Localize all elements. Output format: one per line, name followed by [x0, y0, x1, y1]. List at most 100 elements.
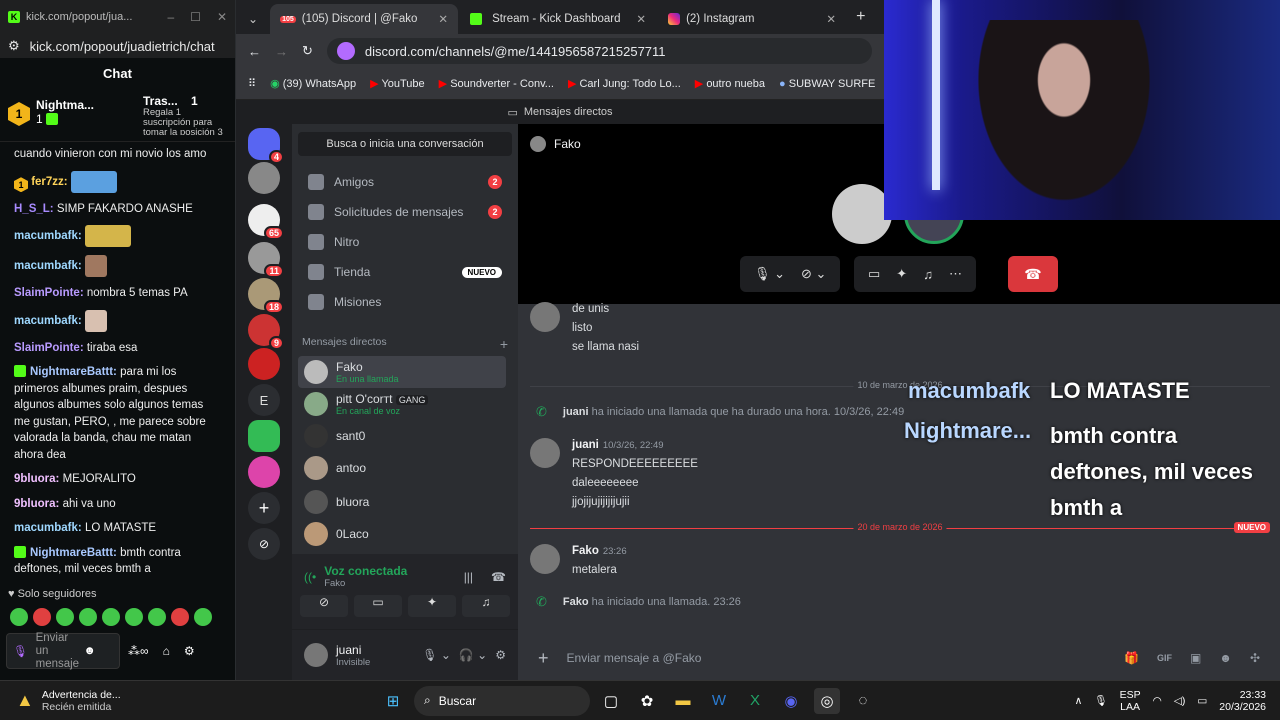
chat-settings-icon[interactable]: ⚙ — [184, 644, 195, 658]
emote-button[interactable] — [56, 608, 74, 626]
message-input[interactable]: Enviar mensaje a @Fako — [567, 651, 1106, 665]
nav-quests[interactable]: Misiones — [302, 288, 508, 316]
clock[interactable]: 23:33 20/3/2026 — [1219, 689, 1266, 713]
voice-channel[interactable]: Fako — [324, 578, 407, 589]
activities-button[interactable]: ✦ — [408, 595, 456, 617]
voice-status[interactable]: Voz conectada — [324, 564, 407, 578]
sticker-icon[interactable]: ▣ — [1190, 651, 1201, 665]
close-tab-icon[interactable]: ✕ — [438, 12, 448, 26]
camera-off-button[interactable]: ⊘ — [300, 595, 348, 617]
discover-button[interactable]: ⊘ — [248, 528, 280, 560]
gift-icon[interactable]: 🎁 — [1124, 651, 1139, 665]
emote-button[interactable] — [33, 608, 51, 626]
noise-suppression-icon[interactable]: ||| — [464, 570, 473, 584]
chat-input[interactable]: 🎙 Enviar un mensaje ☻ — [6, 632, 120, 670]
server-icon[interactable] — [248, 162, 280, 194]
tab-discord[interactable]: 105 (105) Discord | @Fako ✕ — [270, 4, 459, 34]
dm-item-fako[interactable]: Fako En una llamada — [298, 356, 506, 388]
mic-toggle-icon[interactable]: 🎙 ⌄ — [754, 266, 785, 282]
volume-icon[interactable]: ◁) — [1174, 695, 1186, 707]
nav-message-requests[interactable]: Solicitudes de mensajes 2 — [302, 198, 508, 226]
language-indicator[interactable]: ESP LAA — [1120, 689, 1141, 713]
excel-icon[interactable]: X — [742, 688, 768, 714]
server-icon[interactable]: 11 — [248, 242, 284, 278]
forward-icon[interactable]: → — [275, 44, 288, 59]
screen-share-button[interactable]: ▭ — [354, 595, 402, 617]
camera-toggle-icon[interactable]: ⊘ ⌄ — [801, 266, 826, 282]
back-icon[interactable]: ← — [248, 44, 261, 59]
bookmark-outro[interactable]: ▶ outro nueba — [695, 77, 765, 90]
new-tab-button[interactable]: + — [848, 8, 873, 34]
create-dm-icon[interactable]: + — [500, 336, 508, 352]
apps-icon[interactable]: ✣ — [1250, 651, 1260, 665]
tab-instagram[interactable]: (2) Instagram ✕ — [658, 4, 846, 34]
file-explorer-icon[interactable]: ▬ — [670, 688, 696, 714]
home-button[interactable]: 4 — [248, 128, 284, 164]
soundboard-button[interactable]: ♫ — [462, 595, 510, 617]
bookmark-carl-jung[interactable]: ▶ Carl Jung: Todo Lo... — [568, 77, 681, 90]
close-tab-icon[interactable]: ✕ — [826, 12, 836, 26]
emote-button[interactable] — [125, 608, 143, 626]
dm-item-pitt[interactable]: pitt O'corтt GANG En canal de voz — [298, 388, 506, 420]
nav-nitro[interactable]: Nitro — [302, 228, 508, 256]
task-view-icon[interactable]: ▢ — [598, 688, 624, 714]
bookmark-youtube[interactable]: ▶ YouTube — [370, 77, 425, 90]
disconnect-icon[interactable]: ☎ — [491, 570, 506, 584]
notification-widget[interactable]: ▲ Advertencia de... Recién emitida — [0, 689, 380, 713]
close-tab-icon[interactable]: ✕ — [636, 12, 646, 26]
reload-icon[interactable]: ↻ — [302, 43, 313, 59]
dm-item-antoo[interactable]: antoo — [298, 452, 506, 484]
discord-taskbar-icon[interactable]: ◉ — [778, 688, 804, 714]
gif-icon[interactable]: GIF — [1157, 653, 1172, 663]
emote-button[interactable] — [148, 608, 166, 626]
server-icon[interactable]: 9 — [248, 314, 284, 350]
tray-overflow-icon[interactable]: ∧ — [1075, 695, 1083, 707]
mic-icon[interactable]: 🎙 ⌄ — [422, 648, 451, 662]
store-icon[interactable]: ⌂ — [163, 644, 170, 658]
battery-icon[interactable]: ▭ — [1197, 695, 1207, 707]
server-letter[interactable]: E — [248, 384, 280, 416]
screen-share-icon[interactable]: ▭ — [868, 266, 880, 282]
site-info-icon[interactable] — [336, 42, 355, 60]
wifi-icon[interactable]: ◠ — [1153, 695, 1162, 707]
soundboard-icon[interactable]: ♫ — [923, 267, 933, 282]
attach-icon[interactable]: + — [538, 648, 549, 669]
dm-item-sant0[interactable]: sant0 — [298, 420, 506, 452]
obs-icon[interactable]: ◌ — [850, 688, 876, 714]
emote-button[interactable] — [10, 608, 28, 626]
server-icon[interactable]: 18 — [248, 278, 284, 314]
emote-button[interactable] — [194, 608, 212, 626]
minimize-icon[interactable]: – — [167, 10, 174, 24]
hang-up-button[interactable]: ☎ — [1008, 256, 1058, 292]
tab-kick-dashboard[interactable]: Stream - Kick Dashboard ✕ — [460, 4, 656, 34]
kick-address-bar[interactable]: ⚙ kick.com/popout/juadietrich/chat — [0, 34, 235, 58]
chrome-icon[interactable]: ◎ — [814, 687, 840, 714]
emoji-icon[interactable]: ☻ — [1219, 651, 1232, 665]
word-icon[interactable]: W — [706, 688, 732, 714]
apps-icon[interactable]: ⠿ — [248, 77, 256, 90]
kicks-icon[interactable]: ⁂∞ — [128, 644, 149, 658]
nav-friends[interactable]: Amigos 2 — [302, 168, 508, 196]
headphones-icon[interactable]: 🎧 ⌄ — [459, 648, 487, 662]
taskbar-search[interactable]: ⌕ Buscar — [414, 685, 590, 716]
site-settings-icon[interactable]: ⚙ — [8, 38, 20, 54]
maximize-icon[interactable]: ☐ — [190, 10, 201, 24]
server-icon[interactable]: 65 — [248, 204, 284, 240]
add-server-button[interactable]: + — [248, 492, 280, 524]
bookmark-subway[interactable]: ● SUBWAY SURFE — [779, 78, 875, 90]
gift-prompt[interactable]: Regala 1 suscripción para tomar la posic… — [143, 108, 227, 135]
emote-bar[interactable] — [0, 608, 222, 626]
user-avatar[interactable] — [304, 643, 328, 667]
server-icon[interactable] — [248, 456, 280, 488]
copilot-icon[interactable]: ✿ — [634, 688, 660, 714]
mic-icon[interactable]: 🎙 — [13, 644, 28, 658]
bookmark-whatsapp[interactable]: ◉ (39) WhatsApp — [270, 77, 356, 90]
emote-button[interactable] — [171, 608, 189, 626]
nav-shop[interactable]: Tienda NUEVO — [302, 258, 508, 286]
emote-button[interactable] — [79, 608, 97, 626]
dm-item-0laco[interactable]: 0Laco — [298, 518, 506, 550]
dm-item-bluora[interactable]: bluora — [298, 486, 506, 518]
close-icon[interactable]: ✕ — [217, 10, 227, 24]
server-icon[interactable] — [248, 348, 280, 380]
settings-icon[interactable]: ⚙ — [495, 648, 506, 662]
